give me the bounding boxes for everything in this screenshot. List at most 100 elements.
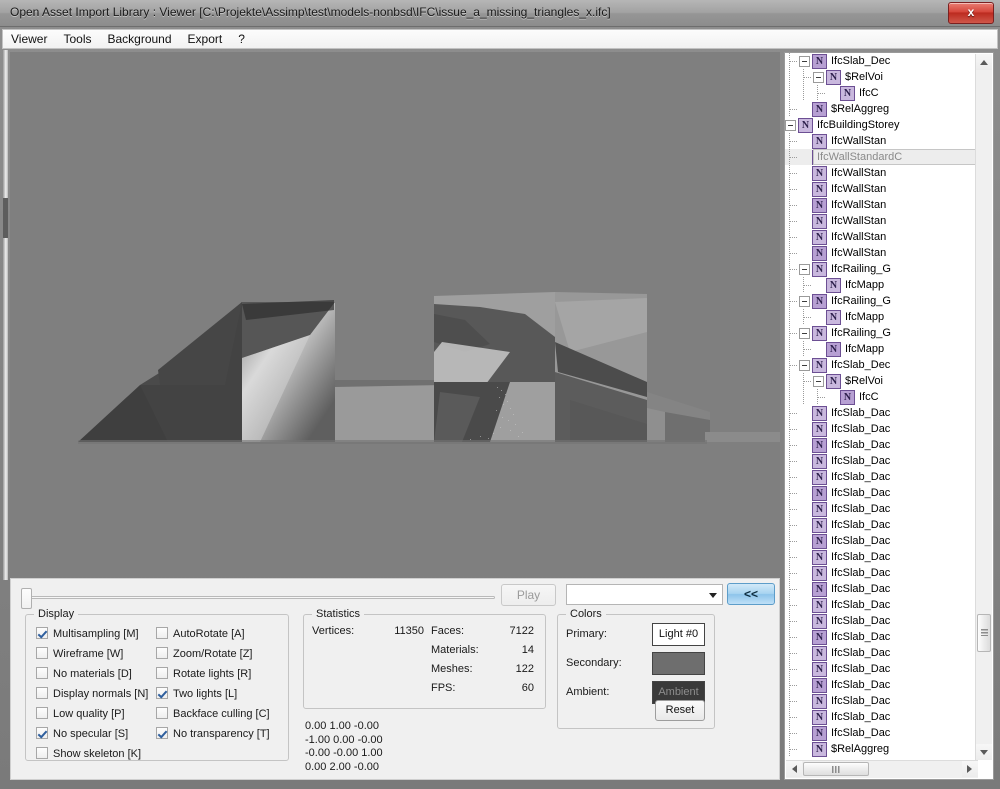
tree-item[interactable]: NIfcMapp	[785, 341, 978, 357]
tree-item[interactable]: NIfcSlab_Dac	[785, 629, 978, 645]
tree-item[interactable]: NIfcSlab_Dac	[785, 597, 978, 613]
scroll-left-arrow-icon[interactable]	[786, 761, 802, 777]
tree-item[interactable]: NIfcSlab_Dac	[785, 645, 978, 661]
tree-collapse-icon[interactable]	[799, 264, 810, 275]
tree-collapse-icon[interactable]	[813, 376, 824, 387]
left-splitter[interactable]	[3, 50, 8, 580]
tree-item[interactable]: NIfcSlab_Dac	[785, 709, 978, 725]
checkbox-icon[interactable]	[36, 667, 48, 679]
tree-item[interactable]: NIfcRailing_G	[785, 261, 978, 277]
left-splitter-grip[interactable]	[3, 198, 8, 238]
tree-vertical-scrollbar[interactable]	[975, 54, 992, 760]
tree-item[interactable]: NIfcSlab_Dec	[785, 357, 978, 373]
checkbox-icon[interactable]	[156, 687, 168, 699]
close-button[interactable]: x	[948, 2, 994, 24]
tree-item[interactable]: N$RelAggreg	[785, 101, 978, 117]
tree-item[interactable]: NIfcSlab_Dac	[785, 661, 978, 677]
menu-item-tools[interactable]: Tools	[55, 30, 99, 49]
primary-color-swatch[interactable]: Light #0	[652, 623, 705, 646]
checkbox-autorotate[interactable]: AutoRotate [A]	[156, 627, 245, 640]
checkbox-icon[interactable]	[36, 727, 48, 739]
tree-item[interactable]: NIfcSlab_Dac	[785, 405, 978, 421]
tree-item[interactable]: NIfcSlab_Dac	[785, 469, 978, 485]
tree-horizontal-scrollbar[interactable]	[786, 760, 978, 778]
tree-item[interactable]: NIfcBuildingStorey	[785, 117, 978, 133]
checkbox-icon[interactable]	[36, 627, 48, 639]
play-button[interactable]: Play	[501, 584, 556, 606]
tree-collapse-icon[interactable]	[799, 296, 810, 307]
tree-collapse-icon[interactable]	[813, 72, 824, 83]
checkbox-icon[interactable]	[36, 687, 48, 699]
animation-slider[interactable]	[19, 587, 497, 609]
tree-item[interactable]: NIfcSlab_Dac	[785, 565, 978, 581]
checkbox-no-specular[interactable]: No specular [S]	[36, 727, 128, 740]
tree-item[interactable]: NIfcSlab_Dac	[785, 581, 978, 597]
checkbox-wireframe[interactable]: Wireframe [W]	[36, 647, 123, 660]
checkbox-low-quality[interactable]: Low quality [P]	[36, 707, 125, 720]
checkbox-show-skeleton[interactable]: Show skeleton [K]	[36, 747, 141, 760]
tree-item[interactable]: NIfcSlab_Dec	[785, 53, 978, 69]
tree-item[interactable]: NIfcSlab_Dac	[785, 517, 978, 533]
tree-item[interactable]: NIfcC	[785, 85, 978, 101]
checkbox-no-transparency[interactable]: No transparency [T]	[156, 727, 270, 740]
tree-item[interactable]: NIfcSlab_Dac	[785, 613, 978, 629]
tree-item[interactable]: NIfcWallStan	[785, 165, 978, 181]
checkbox-icon[interactable]	[156, 707, 168, 719]
tree-item[interactable]: NIfcC	[785, 389, 978, 405]
tree-item[interactable]: NIfcSlab_Dac	[785, 501, 978, 517]
tree-item[interactable]: NIfcWallStan	[785, 213, 978, 229]
tree-item[interactable]: NIfcWallStan	[785, 181, 978, 197]
menu-item-background[interactable]: Background	[99, 30, 179, 49]
menu-item-viewer[interactable]: Viewer	[3, 30, 55, 49]
checkbox-icon[interactable]	[156, 727, 168, 739]
tree-item[interactable]: NIfcSlab_Dac	[785, 453, 978, 469]
tree-item[interactable]: NIfcSlab_Dac	[785, 533, 978, 549]
checkbox-zoom-rotate[interactable]: Zoom/Rotate [Z]	[156, 647, 252, 660]
tree-item[interactable]: NIfcMapp	[785, 309, 978, 325]
tree-item[interactable]: NIfcSlab_Dac	[785, 421, 978, 437]
tree-collapse-icon[interactable]	[799, 360, 810, 371]
scroll-up-arrow-icon[interactable]	[976, 54, 992, 70]
slider-thumb[interactable]	[21, 588, 32, 609]
checkbox-multisampling[interactable]: Multisampling [M]	[36, 627, 139, 640]
tree-item[interactable]: NIfcWallStan	[785, 133, 978, 149]
tree-collapse-icon[interactable]	[799, 328, 810, 339]
tree-item[interactable]: NIfcRailing_G	[785, 325, 978, 341]
tree-item[interactable]: NIfcSlab_Dac	[785, 693, 978, 709]
tree-item[interactable]: N$RelAggreg	[785, 741, 978, 757]
tree-item[interactable]: NIfcWallStan	[785, 197, 978, 213]
tree-item[interactable]: NIfcWallStan	[785, 245, 978, 261]
collapse-panel-button[interactable]: <<	[727, 583, 775, 605]
tree-item[interactable]: NIfcSlab_Dac	[785, 485, 978, 501]
secondary-color-swatch[interactable]	[652, 652, 705, 675]
tree-item[interactable]: NIfcSlab_Dac	[785, 725, 978, 741]
tree-collapse-icon[interactable]	[799, 56, 810, 67]
scroll-right-arrow-icon[interactable]	[962, 761, 978, 777]
tree-horizontal-scroll-thumb[interactable]	[803, 762, 869, 776]
reset-colors-button[interactable]: Reset	[655, 700, 705, 721]
tree-item[interactable]: N$RelVoi	[785, 69, 978, 85]
menu-item-help[interactable]: ?	[230, 30, 253, 49]
tree-item[interactable]: N$RelVoi	[785, 373, 978, 389]
tree-item[interactable]: NIfcRailing_G	[785, 293, 978, 309]
checkbox-icon[interactable]	[36, 647, 48, 659]
checkbox-two-lights[interactable]: Two lights [L]	[156, 687, 237, 700]
tree-item[interactable]: NIfcWallStan	[785, 229, 978, 245]
tree-item[interactable]: NIfcSlab_Dac	[785, 549, 978, 565]
checkbox-icon[interactable]	[156, 647, 168, 659]
tree-item[interactable]: NIfcSlab_Dac	[785, 437, 978, 453]
tree-vertical-scroll-thumb[interactable]	[977, 614, 991, 652]
3d-viewport[interactable]	[10, 52, 780, 577]
animation-select[interactable]	[566, 584, 723, 605]
checkbox-icon[interactable]	[156, 667, 168, 679]
scroll-down-arrow-icon[interactable]	[976, 744, 992, 760]
checkbox-rotate-lights[interactable]: Rotate lights [R]	[156, 667, 251, 680]
checkbox-icon[interactable]	[156, 627, 168, 639]
tree-collapse-icon[interactable]	[785, 120, 796, 131]
menu-item-export[interactable]: Export	[180, 30, 231, 49]
tree-item[interactable]: NIfcMapp	[785, 277, 978, 293]
tree-item[interactable]: NIfcWallStandardCIfcWallStandardC	[785, 149, 978, 165]
checkbox-icon[interactable]	[36, 707, 48, 719]
checkbox-icon[interactable]	[36, 747, 48, 759]
checkbox-no-materials[interactable]: No materials [D]	[36, 667, 132, 680]
